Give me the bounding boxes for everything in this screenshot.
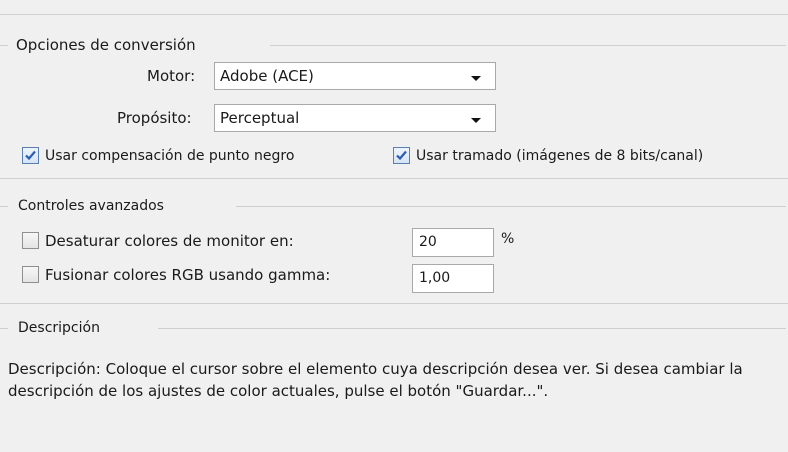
intent-label: Propósito:	[117, 109, 192, 127]
dither-label[interactable]: Usar tramado (imágenes de 8 bits/canal)	[416, 147, 703, 165]
blend-gamma-checkbox[interactable]	[22, 266, 39, 283]
conversion-group-title: Opciones de conversión	[16, 36, 196, 54]
group-line-right	[158, 328, 786, 329]
group-line-left	[0, 45, 8, 46]
chevron-down-icon	[471, 76, 481, 81]
percent-unit: %	[501, 231, 515, 247]
engine-select[interactable]: Adobe (ACE)	[214, 62, 496, 90]
group-line-right	[270, 45, 786, 46]
engine-select-value: Adobe (ACE)	[220, 67, 314, 85]
advanced-group-title: Controles avanzados	[18, 197, 164, 215]
group-line-left	[0, 206, 8, 207]
intent-select-value: Perceptual	[220, 109, 300, 127]
top-divider	[0, 14, 788, 15]
chevron-down-icon	[471, 118, 481, 123]
intent-select[interactable]: Perceptual	[214, 104, 496, 132]
desaturate-checkbox[interactable]	[22, 232, 39, 249]
group-line-left	[0, 328, 8, 329]
desaturate-label[interactable]: Desaturar colores de monitor en:	[45, 232, 294, 250]
checkmark-icon	[25, 150, 36, 161]
section-divider	[0, 178, 788, 179]
desaturate-input[interactable]: 20	[412, 228, 494, 257]
dither-checkbox[interactable]	[393, 147, 410, 164]
black-point-label[interactable]: Usar compensación de punto negro	[45, 147, 294, 165]
section-divider	[0, 303, 788, 304]
description-group-title: Descripción	[18, 319, 100, 337]
group-line-right	[236, 206, 786, 207]
description-text: Descripción: Coloque el cursor sobre el …	[8, 360, 743, 400]
blend-gamma-label[interactable]: Fusionar colores RGB usando gamma:	[45, 266, 330, 284]
black-point-checkbox[interactable]	[22, 147, 39, 164]
checkmark-icon	[396, 150, 407, 161]
engine-label: Motor:	[147, 67, 196, 85]
blend-gamma-input[interactable]: 1,00	[412, 264, 494, 293]
